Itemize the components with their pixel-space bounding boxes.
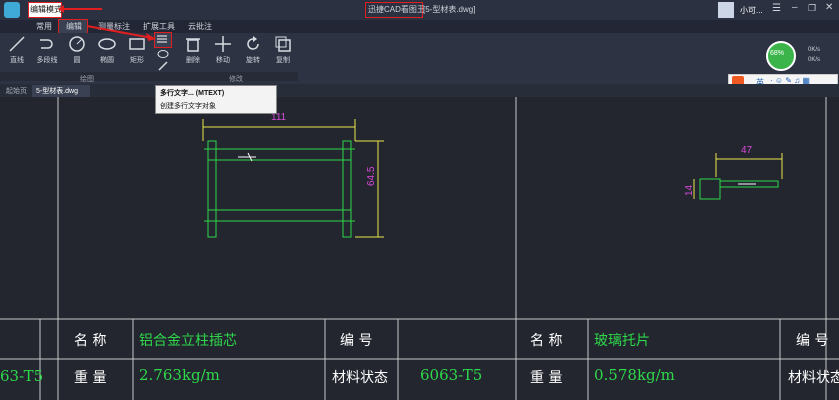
rotate-icon <box>247 36 259 50</box>
table-label-code-2: 编 号 <box>796 333 829 349</box>
table-label-state-2: 材料状态 <box>788 370 839 386</box>
line-icon <box>9 36 25 52</box>
app-logo-icon <box>4 2 20 18</box>
tab-edit[interactable]: 编辑 <box>66 21 82 32</box>
tab-cloud[interactable]: 云批注 <box>188 21 212 32</box>
pen-icon[interactable] <box>157 61 169 71</box>
annotation-arrow-icon <box>62 8 102 10</box>
tool-copy[interactable]: 复制 <box>270 35 296 65</box>
close-icon[interactable]: ✕ <box>825 2 833 13</box>
mtext-tooltip: 多行文字... (MTEXT) 创建多行文字对象 <box>155 85 277 114</box>
network-down: 0K/s <box>808 57 821 63</box>
table-value-weight-2: 0.578kg/m <box>594 366 675 384</box>
dim-right-width: 47 <box>741 145 753 156</box>
user-name[interactable]: 小可... <box>740 5 763 16</box>
polyline-icon <box>40 39 53 49</box>
annotation-arrowhead-icon <box>58 5 64 13</box>
settings-icon[interactable]: ☰ <box>772 3 781 14</box>
document-tabs: 起始页 5-型材表.dwg <box>0 84 839 97</box>
group-modify-label: 修改 <box>229 76 243 83</box>
tool-line[interactable]: 直线 <box>4 35 30 65</box>
tool-line-label: 直线 <box>10 57 24 64</box>
minimize-icon[interactable]: – <box>792 2 798 13</box>
title-bar: 编辑模式 迅捷CAD看图王 [5-型材表.dwg] 小可... ☰ – ❐ ✕ <box>0 0 839 20</box>
move-icon <box>215 36 231 52</box>
tool-circle-label: 圆 <box>73 57 81 64</box>
file-title: [5-型材表.dwg] <box>423 5 476 14</box>
table-clipped-value: 63-T5 <box>0 367 44 385</box>
tool-polyline[interactable]: 多段线 <box>34 35 60 65</box>
tool-delete[interactable]: 删除 <box>180 35 206 65</box>
tool-rotate[interactable]: 旋转 <box>240 35 266 65</box>
copy-icon <box>275 36 291 52</box>
table-label-name-2: 名 称 <box>530 333 563 349</box>
table-label-state-1: 材料状态 <box>332 370 388 386</box>
group-draw-label: 绘图 <box>80 76 94 83</box>
dim-left-height: 64.5 <box>366 166 377 186</box>
doc-tab-file[interactable]: 5-型材表.dwg <box>36 86 78 96</box>
app-title: 迅捷CAD看图王 <box>368 5 425 14</box>
group-separator <box>0 72 298 81</box>
table-label-weight-2: 重 量 <box>530 370 563 386</box>
tool-rotate-label: 旋转 <box>246 57 260 64</box>
tool-polyline-label: 多段线 <box>36 57 58 64</box>
network-up: 0K/s <box>808 47 821 53</box>
table-value-weight-1: 2.763kg/m <box>139 366 220 384</box>
tooltip-title: 多行文字... (MTEXT) <box>160 90 225 97</box>
table-label-name-1: 名 称 <box>74 333 107 349</box>
restore-icon[interactable]: ❐ <box>808 3 816 14</box>
network-percent: 68% <box>770 50 785 57</box>
table-label-weight-1: 重 量 <box>74 370 107 386</box>
tooltip-desc: 创建多行文字对象 <box>160 103 216 110</box>
avatar[interactable] <box>718 2 734 18</box>
tool-move[interactable]: 移动 <box>210 35 236 65</box>
dim-right-height: 14 <box>684 184 695 196</box>
table-value-name-2: 玻璃托片 <box>594 333 650 349</box>
doc-tab-home[interactable]: 起始页 <box>6 86 27 96</box>
cloud-icon[interactable] <box>157 49 169 59</box>
table-value-state-1: 6063-T5 <box>420 366 483 384</box>
table-label-code-1: 编 号 <box>340 333 373 349</box>
tab-common[interactable]: 常用 <box>36 21 52 32</box>
tool-ellipse-label: 椭圆 <box>100 57 114 64</box>
annotation-arrow-to-mtext-icon <box>86 25 156 41</box>
circle-icon <box>69 36 85 52</box>
trash-icon <box>186 38 200 52</box>
tool-move-label: 移动 <box>216 57 230 64</box>
table-value-name-1: 铝合金立柱插芯 <box>139 333 237 349</box>
cad-drawing <box>0 97 839 400</box>
tool-rectangle-label: 矩形 <box>130 57 144 64</box>
tool-copy-label: 复制 <box>276 57 290 64</box>
tool-delete-label: 删除 <box>186 57 200 64</box>
